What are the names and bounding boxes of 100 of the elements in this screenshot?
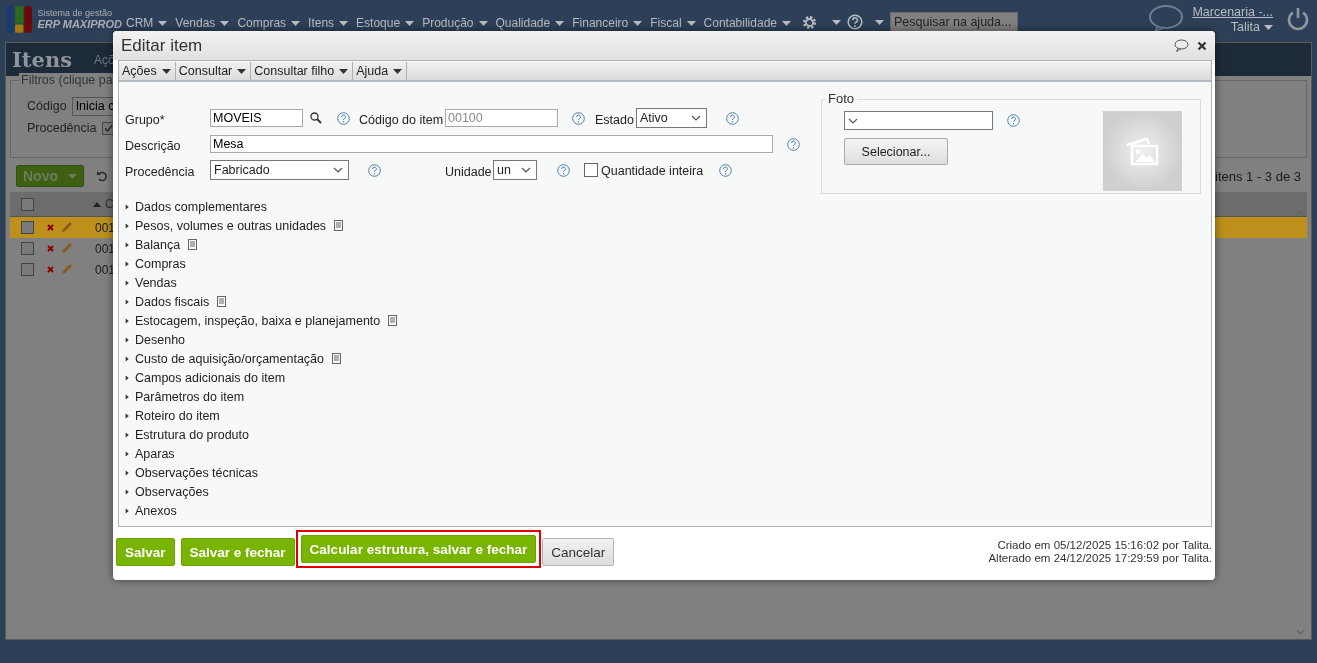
- filters-legend: Filtros (clique pa: [19, 73, 115, 87]
- triangle-right-icon[interactable]: [125, 259, 130, 268]
- menu-item[interactable]: Produção: [422, 16, 488, 30]
- section-toggle[interactable]: Campos adicionais do item: [125, 368, 286, 387]
- menu-item[interactable]: Itens: [308, 16, 349, 30]
- menu-item[interactable]: Compras: [237, 16, 301, 30]
- section-toggle[interactable]: Observações: [125, 482, 209, 501]
- triangle-right-icon[interactable]: [125, 449, 130, 458]
- triangle-right-icon[interactable]: [125, 430, 130, 439]
- origin-select[interactable]: Fabricado: [210, 160, 349, 180]
- search-icon[interactable]: [310, 112, 322, 124]
- menu-button[interactable]: Consultar filho: [251, 62, 354, 80]
- page-title: Itens: [12, 47, 72, 72]
- triangle-right-icon[interactable]: [125, 487, 130, 496]
- section-toggle[interactable]: Pesos, volumes e outras unidades: [125, 216, 344, 235]
- triangle-right-icon[interactable]: [125, 354, 130, 363]
- menu-button[interactable]: Ajuda: [353, 62, 408, 80]
- section-toggle[interactable]: Dados complementares: [125, 197, 267, 216]
- note-icon[interactable]: [217, 296, 227, 307]
- help-icon[interactable]: [787, 137, 800, 151]
- help-icon[interactable]: [847, 14, 863, 30]
- menu-item[interactable]: CRM: [126, 16, 168, 30]
- section-toggle[interactable]: Desenho: [125, 330, 186, 349]
- triangle-right-icon[interactable]: [125, 278, 130, 287]
- caret-icon: [237, 68, 247, 74]
- triangle-right-icon[interactable]: [125, 468, 130, 477]
- caret-icon: [339, 68, 349, 74]
- help-icon[interactable]: [726, 111, 739, 125]
- note-icon[interactable]: [388, 315, 398, 326]
- photo-legend: Foto: [825, 91, 857, 106]
- select-button[interactable]: Selecionar...: [844, 138, 948, 165]
- section-toggle[interactable]: Anexos: [125, 501, 177, 520]
- note-icon[interactable]: [332, 353, 341, 364]
- triangle-right-icon[interactable]: [125, 297, 130, 306]
- section-toggle[interactable]: Balança: [125, 235, 198, 254]
- section-toggle[interactable]: Roteiro do item: [125, 406, 220, 425]
- power-icon[interactable]: [1287, 7, 1309, 31]
- photo-select[interactable]: [844, 111, 993, 130]
- unit-select[interactable]: un: [493, 160, 537, 180]
- settings-icon[interactable]: [801, 13, 818, 31]
- triangle-right-icon[interactable]: [125, 335, 130, 344]
- triangle-right-icon[interactable]: [125, 240, 130, 249]
- delete-icon[interactable]: [47, 224, 54, 231]
- checkbox[interactable]: [21, 221, 34, 234]
- section-toggle[interactable]: Compras: [125, 254, 186, 273]
- triangle-right-icon[interactable]: [125, 411, 130, 420]
- delete-icon[interactable]: [47, 266, 54, 273]
- help-icon[interactable]: [719, 163, 733, 177]
- close-button[interactable]: [1197, 40, 1207, 51]
- group-field[interactable]: MOVEIS: [210, 109, 303, 127]
- chat-bubble-icon[interactable]: [1174, 39, 1189, 52]
- cancel-button[interactable]: Cancelar: [542, 538, 615, 566]
- menu-item[interactable]: Estoque: [356, 16, 415, 30]
- triangle-right-icon[interactable]: [125, 221, 130, 230]
- menu-button[interactable]: Consultar: [175, 62, 252, 80]
- triangle-right-icon[interactable]: [125, 316, 130, 325]
- caret-icon: [339, 20, 349, 26]
- search-field[interactable]: Pesquisar na ajuda...: [890, 12, 1018, 32]
- section-toggle[interactable]: Parâmetros do item: [125, 387, 245, 406]
- help-icon[interactable]: [1007, 114, 1020, 127]
- table-cell: 001: [95, 262, 116, 277]
- note-icon[interactable]: [188, 239, 198, 250]
- menu-button[interactable]: Ações: [119, 62, 176, 80]
- menu-item[interactable]: Vendas: [175, 16, 230, 30]
- checkbox[interactable]: [584, 163, 598, 177]
- triangle-right-icon[interactable]: [125, 392, 130, 401]
- menu-item[interactable]: Qualidade: [495, 16, 565, 30]
- section-toggle[interactable]: Vendas: [125, 273, 177, 292]
- undo-icon[interactable]: [96, 170, 108, 182]
- triangle-right-icon[interactable]: [125, 506, 130, 515]
- triangle-right-icon[interactable]: [125, 373, 130, 382]
- company-link[interactable]: Marcenaria -...: [1192, 4, 1273, 20]
- help-icon[interactable]: [337, 111, 350, 125]
- delete-icon[interactable]: [47, 245, 54, 252]
- note-icon[interactable]: [334, 220, 344, 231]
- checkbox[interactable]: [21, 242, 34, 255]
- section-toggle[interactable]: Custo de aquisição/orçamentação: [125, 349, 341, 368]
- description-field[interactable]: Mesa: [210, 135, 773, 153]
- section-toggle[interactable]: Dados fiscais: [125, 292, 227, 311]
- caret-icon: [161, 68, 171, 74]
- checkbox[interactable]: [21, 197, 34, 211]
- help-icon[interactable]: [368, 163, 381, 177]
- section-toggle[interactable]: Estocagem, inspeção, baixa e planejamento: [125, 311, 398, 330]
- menu-item[interactable]: Contabilidade: [703, 16, 791, 30]
- field-label: Unidade: [445, 164, 493, 179]
- help-icon[interactable]: [572, 111, 585, 125]
- help-icon[interactable]: [557, 163, 570, 177]
- caret-icon: [782, 20, 791, 26]
- caret-icon: [68, 173, 77, 179]
- triangle-right-icon[interactable]: [125, 202, 130, 211]
- section-toggle[interactable]: Estrutura do produto: [125, 425, 249, 444]
- menu-item[interactable]: Fiscal: [650, 16, 696, 30]
- section-toggle[interactable]: Aparas: [125, 444, 175, 463]
- menu-item[interactable]: Financeiro: [572, 16, 643, 30]
- section-toggle[interactable]: Observações técnicas: [125, 463, 258, 482]
- status-select[interactable]: Ativo: [636, 108, 707, 128]
- user-menu[interactable]: Talita: [1230, 20, 1273, 34]
- checkbox[interactable]: [21, 263, 34, 276]
- chat-bubble-icon[interactable]: [1148, 4, 1185, 34]
- logo-subtitle: Sistema de gestão: [37, 8, 113, 19]
